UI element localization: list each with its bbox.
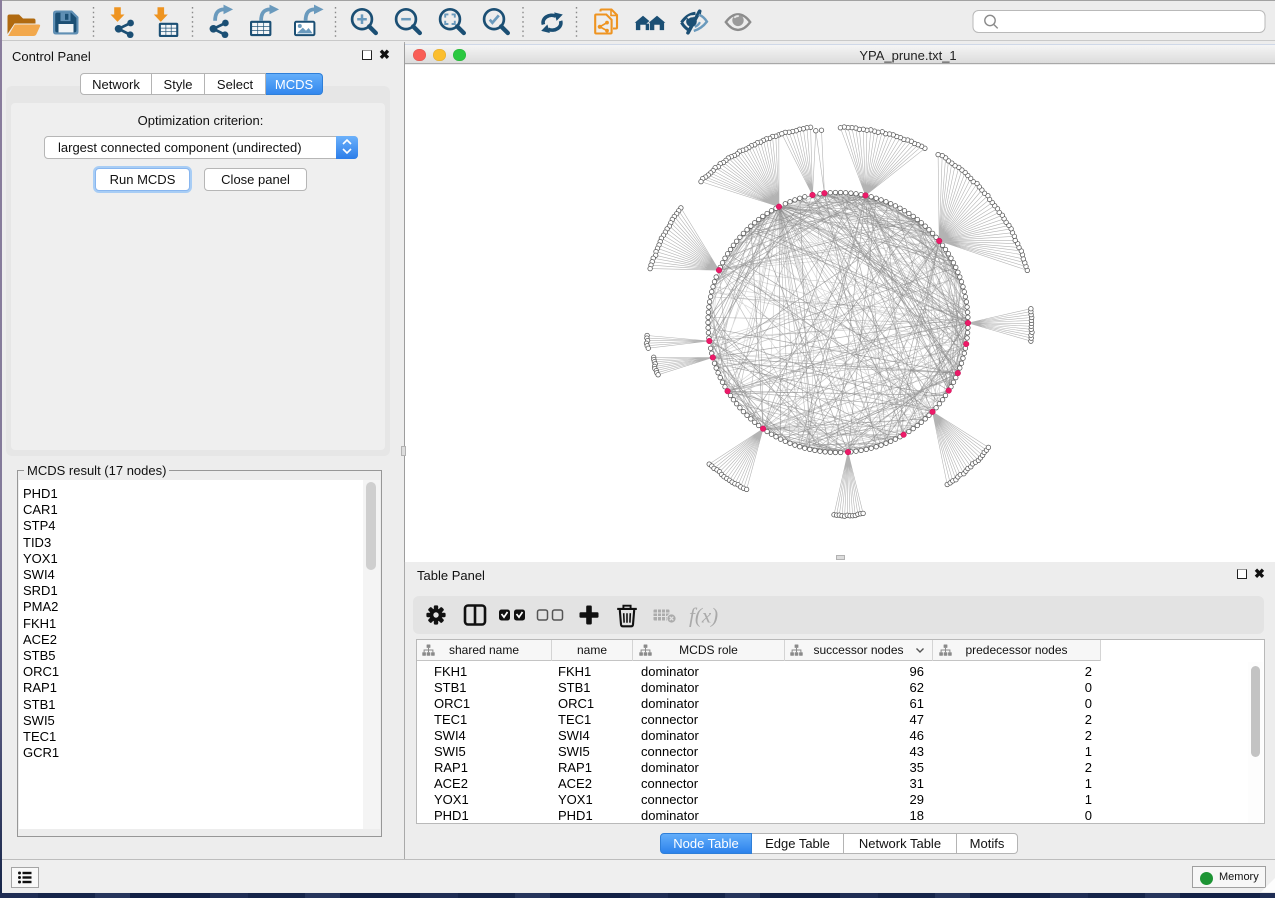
svg-text:f(x): f(x) [689, 604, 718, 628]
